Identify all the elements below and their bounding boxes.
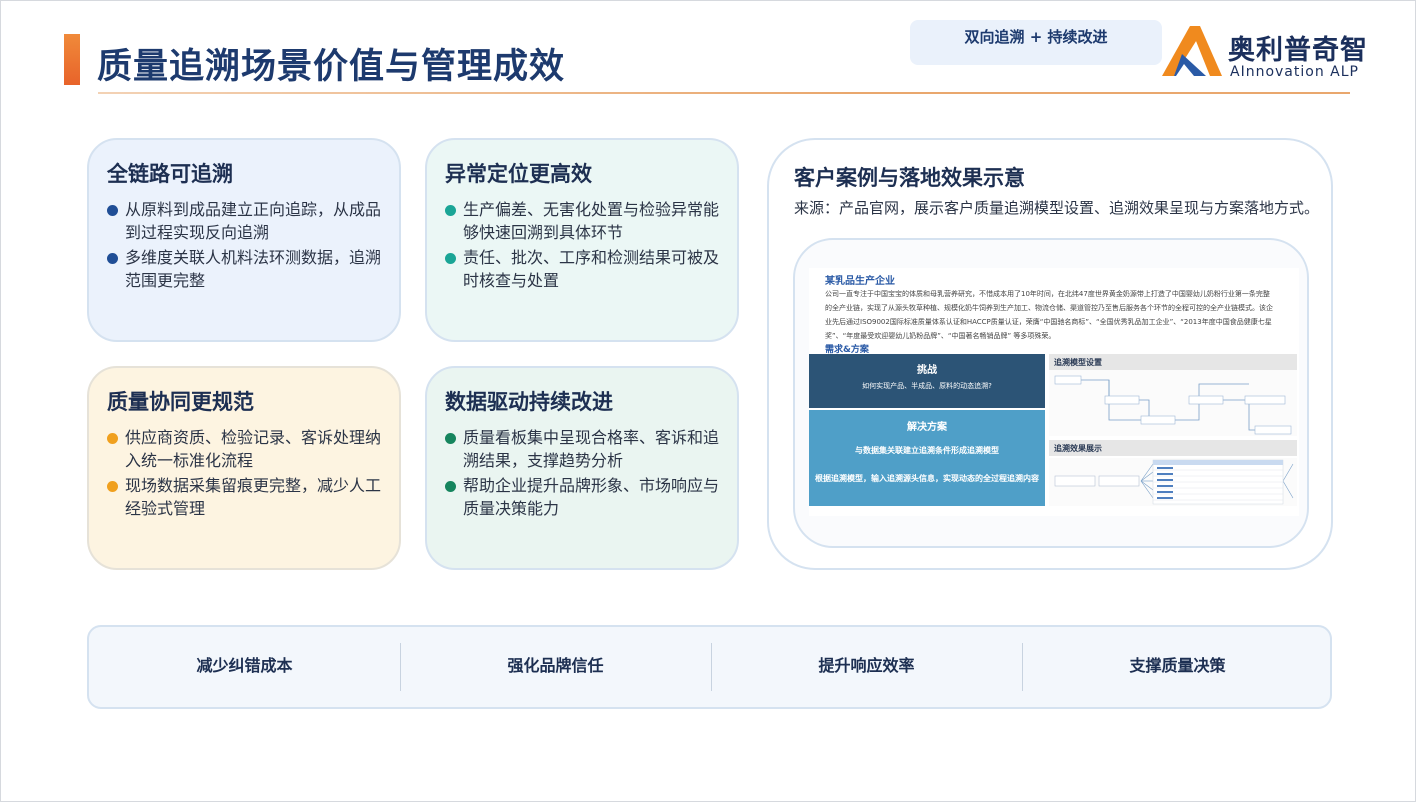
card-title: 全链路可追溯 [107,161,233,186]
card-bullet: 多维度关联人机料法环测数据，追溯范围更完整 [107,246,381,292]
logo-name-cn: 奥利普奇智 [1228,35,1368,66]
trace-model-flow-diagram [1049,370,1297,436]
title-divider [98,92,1350,94]
bullet-dot-icon [107,253,118,264]
case-screenshot: 某乳品生产企业 公司一直专注于中国宝宝的体质和母乳营养研究，不惜成本用了10年时… [809,268,1299,516]
challenge-text: 如何实现产品、半成品、原料的动态追溯? [862,382,992,390]
card-bullet: 现场数据采集留痕更完整，减少人工经验式管理 [107,474,381,520]
card-bullet: 责任、批次、工序和检测结果可被及时核查与处置 [445,246,719,292]
card-bullet: 质量看板集中呈现合格率、客诉和追溯结果，支撑趋势分析 [445,426,719,472]
customer-case-card: 客户案例与落地效果示意 来源：产品官网，展示客户质量追溯模型设置、追溯效果呈现与… [767,138,1333,570]
value-card-traceability: 全链路可追溯 从原料到成品建立正向追踪，从成品到过程实现反向追溯 多维度关联人机… [87,138,401,342]
card-bullet: 生产偏差、无害化处置与检验异常能够快速回溯到具体环节 [445,198,719,244]
screenshot-left-panel: 挑战 如何实现产品、半成品、原料的动态追溯? 解决方案 与数据集关联建立追溯条件… [809,354,1045,506]
bullet-dot-icon [445,433,456,444]
benefit-item: 支撑质量决策 [1129,656,1226,675]
panel-result-heading: 追溯效果展示 [1049,440,1297,456]
company-logo: 奥利普奇智 AInnovation ALP [1160,24,1367,82]
card-title: 数据驱动持续改进 [445,389,613,414]
benefits-bar: 减少纠错成本 强化品牌信任 提升响应效率 支撑质量决策 [87,625,1332,709]
challenge-heading: 挑战 [917,365,937,376]
page-title: 质量追溯场景价值与管理成效 [97,47,566,87]
case-source: 来源：产品官网，展示客户质量追溯模型设置、追溯效果呈现与方案落地方式。 [794,199,1320,217]
case-screenshot-frame: 某乳品生产企业 公司一直专注于中国宝宝的体质和母乳营养研究，不惜成本用了10年时… [793,238,1309,548]
bullet-dot-icon [445,481,456,492]
solution-block: 解决方案 与数据集关联建立追溯条件形成追溯模型 根据追溯模型，输入追溯源头信息，… [809,410,1045,506]
bullet-dot-icon [445,205,456,216]
challenge-block: 挑战 如何实现产品、半成品、原料的动态追溯? [809,354,1045,408]
case-title: 客户案例与落地效果示意 [794,165,1025,190]
bullet-dot-icon [107,481,118,492]
screenshot-company: 某乳品生产企业 [825,276,895,287]
card-bullet: 帮助企业提升品牌形象、市场响应与质量决策能力 [445,474,719,520]
value-card-anomaly: 异常定位更高效 生产偏差、无害化处置与检验异常能够快速回溯到具体环节 责任、批次… [425,138,739,342]
trace-result-table [1049,458,1297,506]
bullet-dot-icon [445,253,456,264]
card-bullet: 从原料到成品建立正向追踪，从成品到过程实现反向追溯 [107,198,381,244]
value-card-data-driven: 数据驱动持续改进 质量看板集中呈现合格率、客诉和追溯结果，支撑趋势分析 帮助企业… [425,366,739,570]
screenshot-right-panel: 追溯模型设置 追溯效果展示 [1049,354,1297,506]
card-title: 异常定位更高效 [445,161,592,186]
benefit-item: 提升响应效率 [818,656,915,675]
solution-text-2: 根据追溯模型，输入追溯源头信息，实现动态的全过程追溯内容 [815,474,1039,483]
benefit-item: 减少纠错成本 [196,656,293,675]
card-bullet: 供应商资质、检验记录、客诉处理纳入统一标准化流程 [107,426,381,472]
screenshot-description: 公司一直专注于中国宝宝的体质和母乳营养研究，不惜成本用了10年时间，在北纬47度… [825,290,1273,340]
tag-pill: 双向追溯 + 持续改进 [910,20,1162,65]
solution-heading: 解决方案 [907,422,947,433]
card-title: 质量协同更规范 [107,389,254,414]
logo-name-en: AInnovation ALP [1230,64,1359,80]
benefit-item: 强化品牌信任 [507,656,604,675]
bullet-dot-icon [107,205,118,216]
title-accent-bar [64,34,80,85]
solution-text-1: 与数据集关联建立追溯条件形成追溯模型 [855,446,999,455]
panel-model-heading: 追溯模型设置 [1049,354,1297,370]
value-card-collaboration: 质量协同更规范 供应商资质、检验记录、客诉处理纳入统一标准化流程 现场数据采集留… [87,366,401,570]
bullet-dot-icon [107,433,118,444]
logo-mark-icon [1162,26,1222,76]
